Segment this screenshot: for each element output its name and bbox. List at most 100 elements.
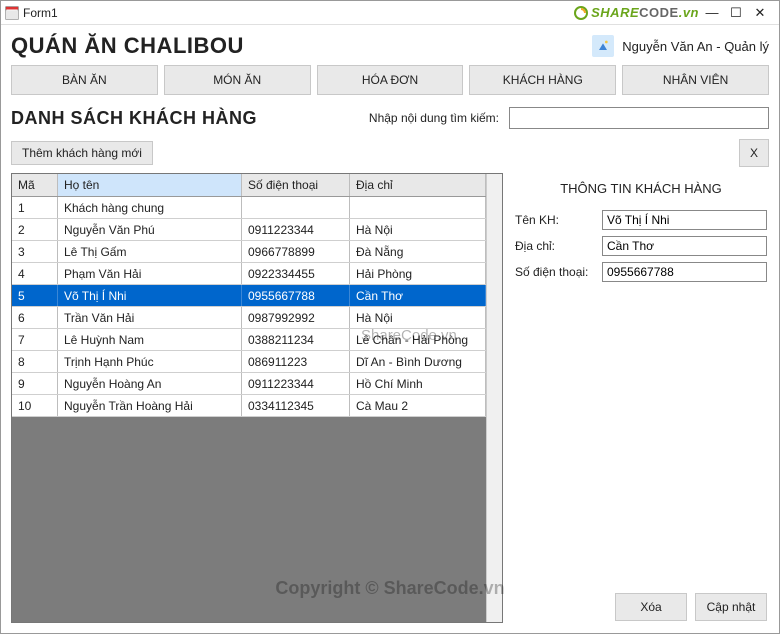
cell-phone: 0388211234 — [242, 329, 350, 350]
customer-grid[interactable]: Mã Họ tên Số điện thoại Địa chỉ 1Khách h… — [11, 173, 503, 623]
delete-button[interactable]: Xóa — [615, 593, 687, 621]
field-label-phone: Số điện thoại: — [515, 265, 602, 279]
table-row[interactable]: 10Nguyễn Trần Hoàng Hải0334112345Cà Mau … — [12, 395, 486, 417]
search-input[interactable] — [509, 107, 769, 129]
window-title: Form1 — [23, 6, 573, 20]
cell-phone: 0922334455 — [242, 263, 350, 284]
logo-text-code: CODE — [639, 5, 679, 20]
nav-ban-an[interactable]: BÀN ĂN — [11, 65, 158, 95]
cell-addr: Dĩ An - Bình Dương — [350, 351, 486, 372]
body-row: Mã Họ tên Số điện thoại Địa chỉ 1Khách h… — [11, 173, 769, 623]
cell-name: Võ Thị Í Nhi — [58, 285, 242, 306]
grid-header: Mã Họ tên Số điện thoại Địa chỉ — [12, 174, 486, 197]
cell-name: Lê Huỳnh Nam — [58, 329, 242, 350]
cell-id: 4 — [12, 263, 58, 284]
cell-name: Phạm Văn Hải — [58, 263, 242, 284]
cell-phone: 086911223 — [242, 351, 350, 372]
cell-name: Trần Văn Hải — [58, 307, 242, 328]
nav-tabs: BÀN ĂN MÓN ĂN HÓA ĐƠN KHÁCH HÀNG NHÂN VI… — [11, 65, 769, 95]
cell-addr: Hà Nội — [350, 307, 486, 328]
cell-id: 10 — [12, 395, 58, 416]
table-row[interactable]: 9Nguyễn Hoàng An0911223344Hồ Chí Minh — [12, 373, 486, 395]
section-title: DANH SÁCH KHÁCH HÀNG — [11, 108, 257, 129]
col-header-addr[interactable]: Địa chỉ — [350, 174, 486, 196]
cell-phone: 0987992992 — [242, 307, 350, 328]
user-label: Nguyễn Văn An - Quản lý — [622, 39, 769, 54]
nav-mon-an[interactable]: MÓN ĂN — [164, 65, 311, 95]
section-header: DANH SÁCH KHÁCH HÀNG Nhập nội dung tìm k… — [11, 107, 769, 129]
cell-addr — [350, 197, 486, 218]
nav-khach-hang[interactable]: KHÁCH HÀNG — [469, 65, 616, 95]
minimize-button[interactable]: — — [705, 5, 719, 21]
grid-filler — [12, 417, 486, 622]
table-row[interactable]: 7Lê Huỳnh Nam0388211234Lê Chân - Hải Phò… — [12, 329, 486, 351]
header-row: QUÁN ĂN CHALIBOU Nguyễn Văn An - Quản lý — [11, 33, 769, 59]
logo-text-tld: .vn — [679, 5, 699, 20]
grid-scrollbar[interactable] — [486, 174, 502, 622]
cell-addr: Hồ Chí Minh — [350, 373, 486, 394]
titlebar: Form1 SHARECODE.vn — ☐ ✕ — [1, 1, 779, 25]
cell-id: 1 — [12, 197, 58, 218]
table-row[interactable]: 1Khách hàng chung — [12, 197, 486, 219]
maximize-button[interactable]: ☐ — [729, 5, 743, 21]
cell-phone — [242, 197, 350, 218]
cell-phone: 0911223344 — [242, 219, 350, 240]
detail-pane: THÔNG TIN KHÁCH HÀNG Tên KH: Địa chỉ: Số… — [509, 173, 769, 623]
content-area: QUÁN ĂN CHALIBOU Nguyễn Văn An - Quản lý… — [1, 25, 779, 633]
cell-id: 6 — [12, 307, 58, 328]
cell-name: Nguyễn Hoàng An — [58, 373, 242, 394]
nav-hoa-don[interactable]: HÓA ĐƠN — [317, 65, 464, 95]
cell-id: 5 — [12, 285, 58, 306]
nav-nhan-vien[interactable]: NHÂN VIÊN — [622, 65, 769, 95]
cell-name: Khách hàng chung — [58, 197, 242, 218]
search-label: Nhập nội dung tìm kiếm: — [369, 111, 499, 125]
brand-logo: SHARECODE.vn — [573, 5, 699, 21]
close-window-button[interactable]: ✕ — [753, 5, 767, 21]
user-block: Nguyễn Văn An - Quản lý — [592, 35, 769, 57]
cell-phone: 0966778899 — [242, 241, 350, 262]
customer-name-input[interactable] — [602, 210, 767, 230]
table-row[interactable]: 5Võ Thị Í Nhi0955667788Cần Thơ — [12, 285, 486, 307]
cell-addr: Đà Nẵng — [350, 241, 486, 262]
grid-body[interactable]: 1Khách hàng chung2Nguyễn Văn Phú09112233… — [12, 197, 486, 622]
cell-addr: Hà Nội — [350, 219, 486, 240]
add-customer-button[interactable]: Thêm khách hàng mới — [11, 141, 153, 165]
detail-title: THÔNG TIN KHÁCH HÀNG — [515, 181, 767, 196]
customer-addr-input[interactable] — [602, 236, 767, 256]
cell-phone: 0334112345 — [242, 395, 350, 416]
form-icon — [5, 6, 19, 20]
field-label-addr: Địa chỉ: — [515, 239, 602, 253]
cell-phone: 0911223344 — [242, 373, 350, 394]
cell-id: 3 — [12, 241, 58, 262]
cell-id: 7 — [12, 329, 58, 350]
logo-text-share: SHARE — [591, 5, 639, 20]
col-header-phone[interactable]: Số điện thoại — [242, 174, 350, 196]
cell-name: Nguyễn Trần Hoàng Hải — [58, 395, 242, 416]
toolbar-row: Thêm khách hàng mới X — [11, 139, 769, 167]
cell-addr: Lê Chân - Hải Phòng — [350, 329, 486, 350]
update-button[interactable]: Cập nhật — [695, 593, 767, 621]
cell-addr: Cà Mau 2 — [350, 395, 486, 416]
app-title: QUÁN ĂN CHALIBOU — [11, 33, 244, 59]
cell-id: 9 — [12, 373, 58, 394]
avatar-icon — [592, 35, 614, 57]
cell-id: 8 — [12, 351, 58, 372]
cell-name: Trịnh Hạnh Phúc — [58, 351, 242, 372]
table-row[interactable]: 2Nguyễn Văn Phú0911223344Hà Nội — [12, 219, 486, 241]
table-row[interactable]: 3Lê Thị Gấm0966778899Đà Nẵng — [12, 241, 486, 263]
close-panel-button[interactable]: X — [739, 139, 769, 167]
table-row[interactable]: 8Trịnh Hạnh Phúc086911223Dĩ An - Bình Dư… — [12, 351, 486, 373]
col-header-id[interactable]: Mã — [12, 174, 58, 196]
cell-addr: Cần Thơ — [350, 285, 486, 306]
field-label-name: Tên KH: — [515, 213, 602, 227]
table-row[interactable]: 6Trần Văn Hải0987992992Hà Nội — [12, 307, 486, 329]
cell-id: 2 — [12, 219, 58, 240]
customer-phone-input[interactable] — [602, 262, 767, 282]
col-header-name[interactable]: Họ tên — [58, 174, 242, 196]
cell-phone: 0955667788 — [242, 285, 350, 306]
app-window: Form1 SHARECODE.vn — ☐ ✕ QUÁN ĂN CHALIBO… — [0, 0, 780, 634]
cell-name: Nguyễn Văn Phú — [58, 219, 242, 240]
table-row[interactable]: 4Phạm Văn Hải0922334455Hải Phòng — [12, 263, 486, 285]
cell-name: Lê Thị Gấm — [58, 241, 242, 262]
cell-addr: Hải Phòng — [350, 263, 486, 284]
